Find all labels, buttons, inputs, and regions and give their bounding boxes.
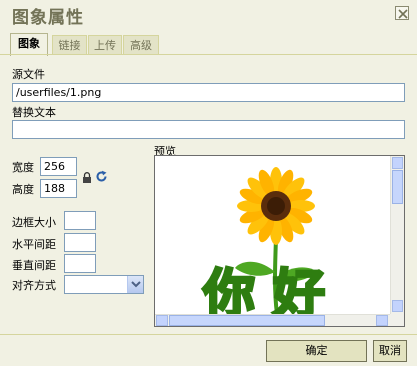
width-input[interactable]: 256 [40, 157, 77, 176]
sunflower-head [237, 167, 315, 245]
preview-pane[interactable]: 你好 [154, 155, 405, 327]
horizontal-scroll-thumb[interactable] [169, 315, 325, 326]
tab-image[interactable]: 图象 [10, 33, 48, 56]
border-label: 边框大小 [12, 216, 56, 229]
scroll-left-button[interactable] [156, 315, 168, 326]
alt-text-label: 替换文本 [12, 106, 56, 119]
tab-label: 链接 [58, 39, 81, 52]
align-dropdown-button[interactable] [127, 276, 143, 293]
tab-label: 图象 [18, 37, 40, 50]
preview-vertical-scrollbar[interactable] [390, 156, 404, 314]
chevron-down-icon [131, 281, 141, 288]
align-select[interactable] [64, 275, 144, 294]
width-label: 宽度 [12, 161, 34, 174]
vertical-scroll-thumb[interactable] [392, 170, 403, 204]
border-input[interactable] [64, 211, 96, 230]
title-bar: 图象属性 [0, 0, 417, 30]
source-label: 源文件 [12, 68, 45, 81]
height-label: 高度 [12, 183, 34, 196]
cancel-button[interactable]: 取消 [373, 340, 407, 362]
ok-button[interactable]: 确定 [266, 340, 367, 362]
footer-divider [0, 334, 417, 335]
align-label: 对齐方式 [12, 279, 56, 292]
alt-text-input[interactable] [12, 120, 405, 139]
close-icon [398, 9, 408, 19]
vspace-label: 垂直间距 [12, 259, 56, 272]
sunflower-image: 你好 [200, 167, 343, 314]
scroll-right-button[interactable] [376, 315, 388, 326]
tab-label: 高级 [130, 39, 152, 52]
tab-advanced[interactable]: 高级 [123, 35, 159, 55]
hspace-label: 水平间距 [12, 238, 56, 251]
tab-upload[interactable]: 上传 [88, 35, 122, 55]
vspace-input[interactable] [64, 254, 96, 273]
scroll-corner [390, 314, 404, 326]
hspace-input[interactable] [64, 233, 96, 252]
source-url-input[interactable]: /userfiles/1.png [12, 83, 405, 102]
reset-size-icon[interactable] [95, 170, 108, 186]
tab-label: 上传 [94, 39, 116, 52]
preview-horizontal-scrollbar[interactable] [155, 314, 390, 326]
height-input[interactable]: 188 [40, 179, 77, 198]
scroll-up-button[interactable] [392, 157, 403, 169]
preview-caption: 你好 [202, 265, 343, 314]
tab-divider [0, 54, 417, 55]
dialog-title: 图象属性 [12, 8, 84, 28]
image-properties-dialog: 图象属性 图象 链接 上传 高级 源文件 /userfiles/1.png 替换… [0, 0, 417, 366]
scroll-down-button[interactable] [392, 300, 403, 312]
lock-icon[interactable] [82, 172, 92, 186]
tab-link[interactable]: 链接 [52, 35, 87, 55]
close-button[interactable] [395, 6, 409, 20]
